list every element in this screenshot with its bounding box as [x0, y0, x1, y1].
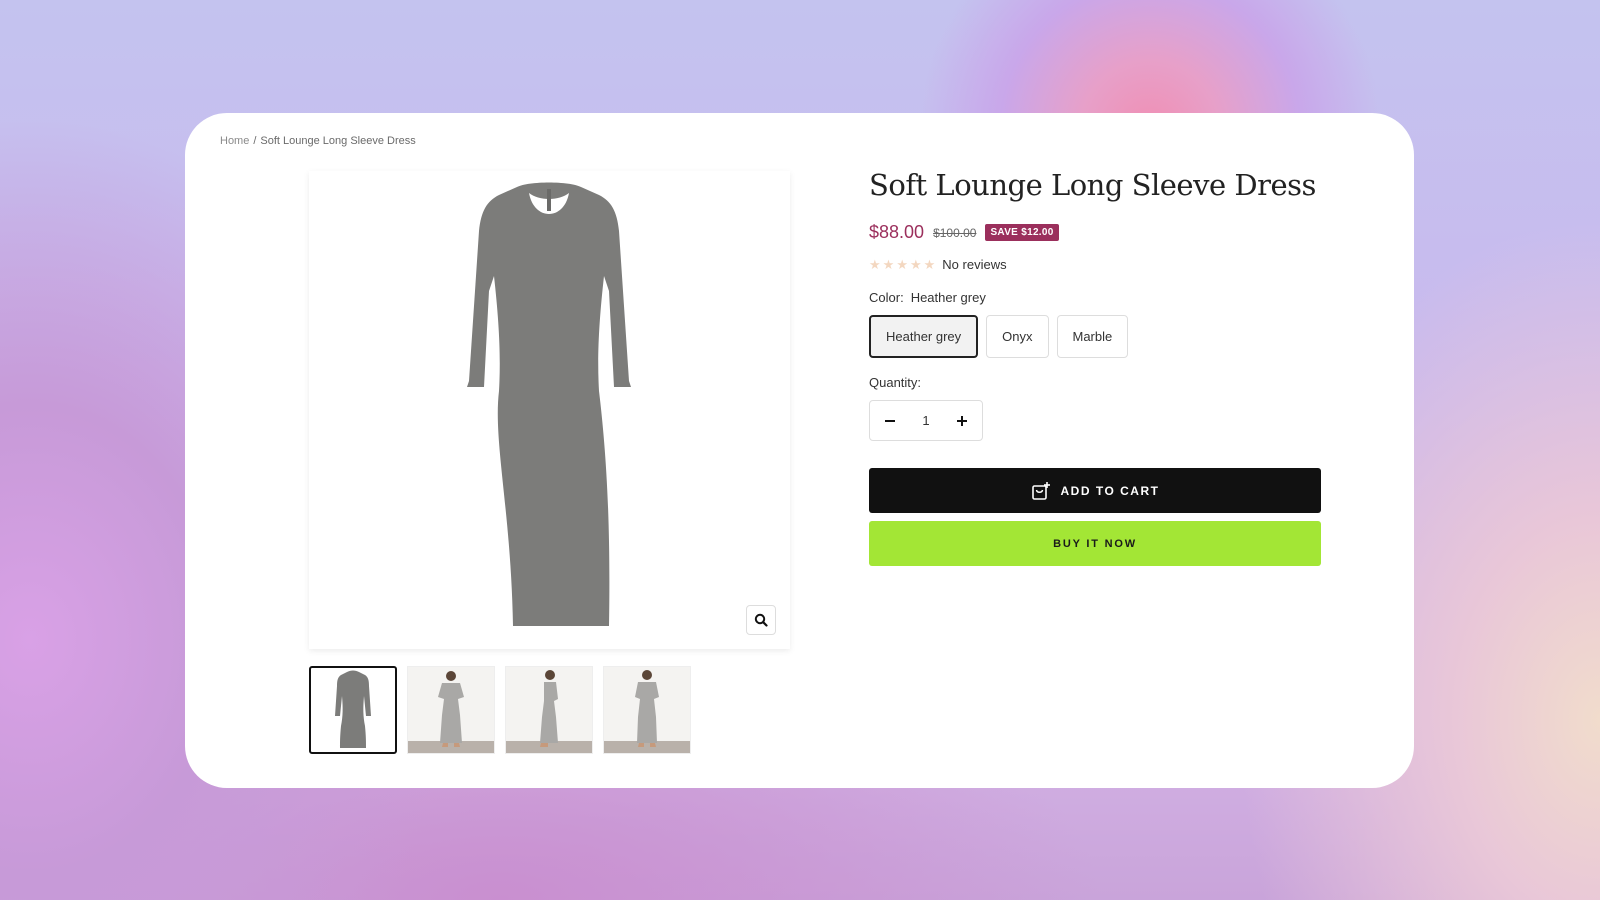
star-rating: ★ ★ ★ ★ ★	[869, 258, 935, 271]
quantity-increase-button[interactable]	[952, 411, 972, 431]
breadcrumb-current: Soft Lounge Long Sleeve Dress	[260, 135, 416, 147]
save-badge: SAVE $12.00	[985, 224, 1059, 241]
dress-image	[467, 182, 631, 626]
star-icon: ★	[909, 257, 922, 272]
breadcrumb-home-link[interactable]: Home	[220, 135, 249, 147]
thumbnail-2[interactable]	[407, 666, 495, 754]
color-options: Heather grey Onyx Marble	[869, 315, 1321, 358]
color-label-text: Color:	[869, 290, 904, 305]
thumbnail-dress-image	[335, 670, 371, 748]
thumbnail-4[interactable]	[603, 666, 691, 754]
thumbnail-model-front-image	[438, 671, 464, 747]
add-to-cart-button[interactable]: ADD TO CART	[869, 468, 1321, 513]
star-icon: ★	[896, 257, 908, 272]
thumbnail-3[interactable]	[505, 666, 593, 754]
main-product-image[interactable]	[309, 171, 790, 649]
thumbnail-model-side-image	[540, 670, 558, 747]
product-info: Soft Lounge Long Sleeve Dress $88.00 $10…	[869, 168, 1321, 566]
quantity-stepper: 1	[869, 400, 983, 441]
compare-price: $100.00	[933, 225, 977, 240]
add-to-cart-label: ADD TO CART	[1060, 483, 1160, 498]
search-icon	[754, 613, 768, 627]
buy-it-now-label: BUY IT NOW	[1053, 537, 1137, 550]
color-selected-value: Heather grey	[910, 290, 986, 305]
breadcrumb: Home / Soft Lounge Long Sleeve Dress	[220, 135, 416, 147]
buy-it-now-button[interactable]: BUY IT NOW	[869, 521, 1321, 566]
price-row: $88.00 $100.00 SAVE $12.00	[869, 222, 1321, 243]
quantity-label: Quantity:	[869, 375, 922, 390]
color-option-marble[interactable]: Marble	[1056, 315, 1129, 358]
star-icon: ★	[923, 257, 936, 272]
zoom-button[interactable]	[746, 605, 776, 635]
color-option-heather-grey[interactable]: Heather grey	[869, 315, 979, 358]
plus-icon	[956, 415, 967, 426]
minus-icon	[885, 419, 895, 422]
thumbnail-strip	[309, 666, 691, 754]
reviews-count: No reviews	[942, 257, 1007, 272]
star-icon: ★	[882, 257, 895, 272]
color-option-onyx[interactable]: Onyx	[986, 315, 1049, 358]
color-label: Color: Heather grey	[869, 290, 1321, 305]
cart-add-icon	[1031, 481, 1050, 500]
thumbnail-1[interactable]	[309, 666, 397, 754]
quantity-decrease-button[interactable]	[880, 411, 900, 431]
quantity-value[interactable]: 1	[922, 413, 929, 428]
breadcrumb-separator: /	[253, 135, 257, 147]
sale-price: $88.00	[869, 222, 925, 242]
rating-row[interactable]: ★ ★ ★ ★ ★ No reviews	[869, 257, 1321, 272]
star-icon: ★	[869, 257, 881, 272]
product-card: Home / Soft Lounge Long Sleeve Dress Sof…	[185, 113, 1414, 788]
thumbnail-model-back-image	[635, 670, 659, 747]
product-title: Soft Lounge Long Sleeve Dress	[869, 168, 1316, 202]
